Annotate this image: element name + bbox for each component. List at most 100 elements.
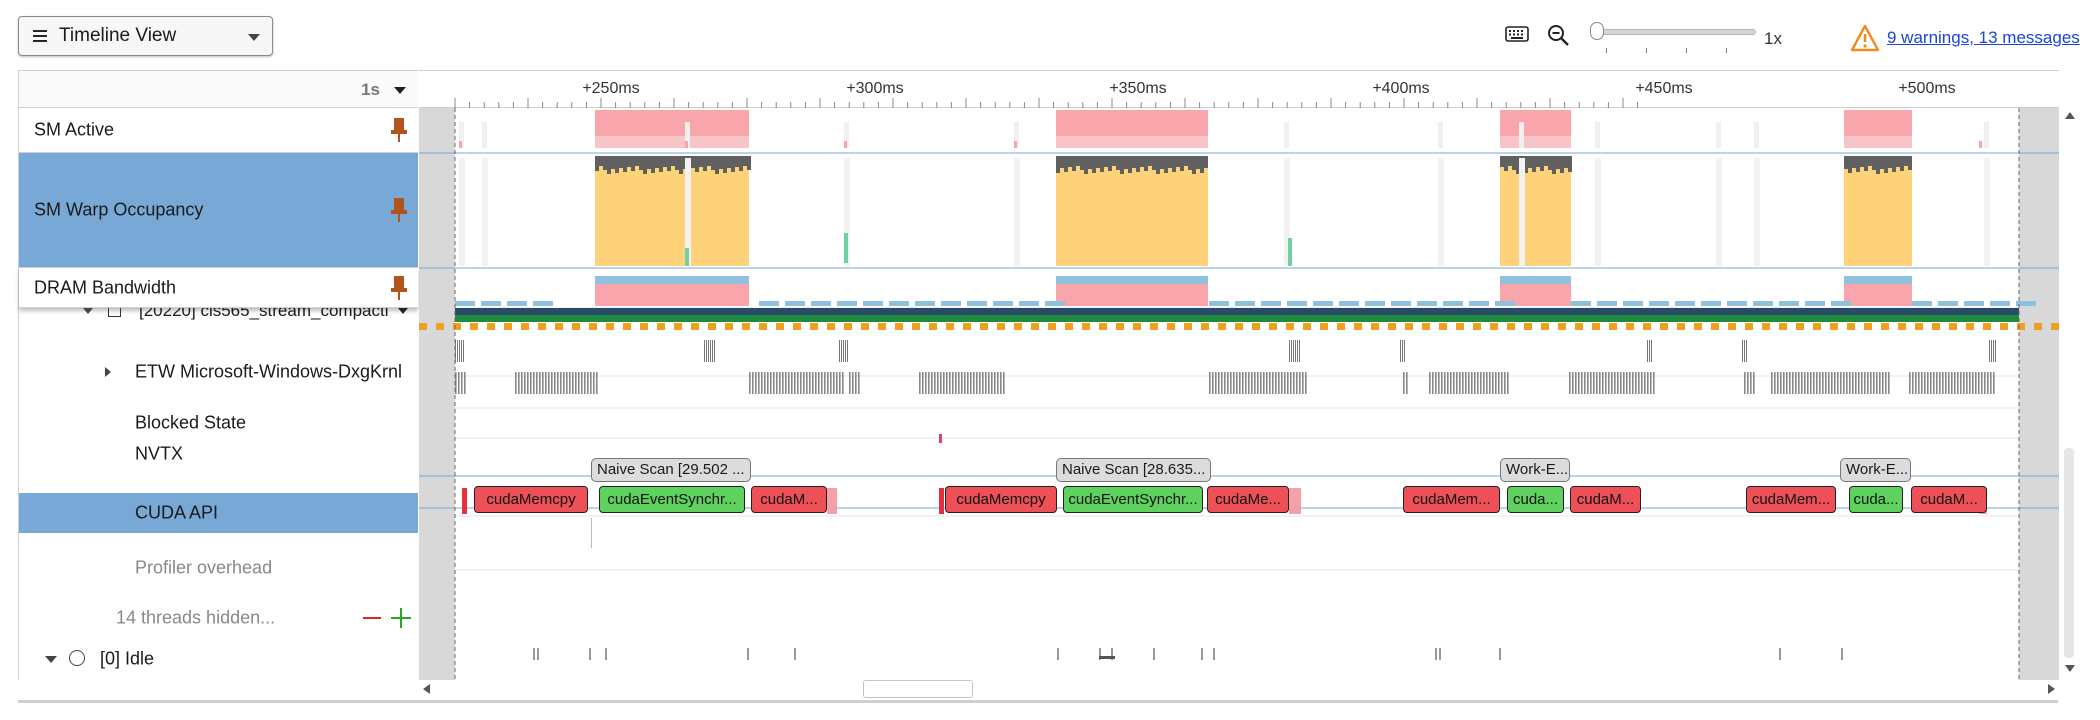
etw-event	[530, 372, 532, 394]
cuda-api-call[interactable]: cudaMemcpy	[474, 486, 588, 513]
warp-occupancy-top	[631, 156, 635, 171]
horizontal-scroll-thumb[interactable]	[863, 680, 973, 698]
warp-occupancy-top	[1896, 156, 1900, 167]
scroll-right-icon[interactable]	[2048, 684, 2055, 694]
dram-bar	[863, 301, 883, 306]
row-idle[interactable]: [0] Idle	[19, 642, 418, 676]
row-cuda-api[interactable]: CUDA API	[19, 493, 418, 533]
cuda-api-sliver	[939, 488, 944, 514]
timeline-tracks[interactable]: Naive Scan [29.502 ... Naive Scan [28.63…	[419, 108, 2059, 680]
etw-event	[994, 372, 996, 394]
scroll-up-icon[interactable]	[2065, 112, 2075, 119]
etw-event	[1975, 372, 1977, 394]
horizontal-scrollbar[interactable]	[419, 680, 2059, 698]
etw-event	[797, 372, 799, 394]
dram-bar	[941, 301, 961, 306]
zoom-slider-track[interactable]	[1590, 29, 1756, 35]
cuda-api-call[interactable]: cudaMem...	[1746, 486, 1836, 513]
row-profiler-overhead[interactable]: Profiler overhead	[19, 540, 418, 596]
etw-event	[1978, 372, 1980, 394]
etw-event	[770, 372, 772, 394]
zoom-slider[interactable]	[1590, 22, 1756, 56]
profiler-overhead-mark	[591, 518, 592, 548]
cuda-api-call[interactable]: cudaMem...	[1403, 486, 1500, 513]
zoom-slider-thumb[interactable]	[1590, 22, 1604, 40]
stream-kernel	[1167, 323, 1175, 330]
row-sm-warp-occupancy[interactable]: SM Warp Occupancy	[19, 153, 418, 268]
cuda-api-call[interactable]: cudaMemcpy	[945, 486, 1057, 513]
etw-event	[1993, 372, 1995, 394]
row-etw-dxgkrnl[interactable]: ETW Microsoft-Windows-DxgKrnl	[19, 338, 418, 406]
nvtx-range[interactable]: Naive Scan [29.502 ...	[591, 458, 751, 482]
warp-occupancy-top	[663, 156, 667, 167]
stream-kernel	[674, 323, 682, 330]
stream-kernel	[1082, 323, 1090, 330]
row-nvtx[interactable]: NVTX	[19, 438, 418, 470]
collapse-icon[interactable]	[45, 656, 57, 663]
vertical-scrollbar[interactable]	[2062, 108, 2078, 680]
time-scale-label: 1s	[361, 80, 380, 99]
etw-event	[839, 372, 841, 394]
pin-icon[interactable]	[390, 197, 408, 223]
etw-event	[1873, 372, 1875, 394]
etw-event	[1406, 372, 1408, 394]
timeline-pane[interactable]: +250ms +300ms +350ms +400ms +450ms +500m…	[419, 70, 2059, 680]
stream-kernel	[1031, 323, 1039, 330]
dram-bar	[1727, 301, 1747, 306]
warp-occupancy-top	[675, 156, 679, 170]
chevron-down-icon[interactable]	[398, 308, 408, 314]
stream-kernel	[1133, 323, 1141, 330]
warp-occupancy-top	[1868, 156, 1872, 166]
row-header-panel: 1s SM Active SM Warp Occupancy DRAM Band…	[18, 70, 418, 680]
etw-event	[991, 372, 993, 394]
warp-occupancy-top	[1092, 156, 1096, 173]
time-ruler[interactable]: +250ms +300ms +350ms +400ms +450ms +500m…	[419, 70, 2059, 108]
stream-kernel	[1898, 323, 1906, 330]
cuda-api-call[interactable]: cudaM...	[1911, 486, 1987, 513]
scroll-left-icon[interactable]	[423, 684, 430, 694]
nvtx-range[interactable]: Work-E...	[1840, 458, 1911, 482]
row-dram-bandwidth[interactable]: DRAM Bandwidth	[19, 268, 418, 308]
cuda-api-call[interactable]: cuda...	[1507, 486, 1564, 513]
etw-event	[1742, 340, 1743, 362]
vertical-scroll-thumb[interactable]	[2064, 448, 2074, 658]
pin-icon[interactable]	[390, 275, 408, 301]
checkbox[interactable]	[108, 308, 121, 317]
chevron-down-icon[interactable]	[394, 87, 406, 94]
stream-kernel	[1099, 323, 1107, 330]
show-threads-button[interactable]	[391, 608, 411, 628]
pin-icon[interactable]	[390, 117, 408, 143]
warp-occupancy-top	[1844, 156, 1848, 169]
scroll-down-icon[interactable]	[2065, 665, 2075, 672]
row-process-stream[interactable]: [20220] cis565_stream_compacti	[19, 308, 418, 320]
stream-kernel	[929, 323, 937, 330]
stream-kernel	[1014, 323, 1022, 330]
row-blocked-state[interactable]: Blocked State	[19, 408, 418, 438]
etw-event	[852, 372, 854, 394]
etw-event	[457, 340, 458, 362]
hidden-thread-mark	[1435, 648, 1437, 660]
cuda-api-call[interactable]: cudaMe...	[1207, 486, 1289, 513]
cuda-api-call[interactable]: cudaM...	[1570, 486, 1641, 513]
etw-event	[1459, 372, 1461, 394]
stream-kernel	[1303, 323, 1311, 330]
view-select-dropdown[interactable]: Timeline View	[18, 16, 273, 56]
etw-event	[461, 372, 463, 394]
warp-occupancy-top	[1568, 156, 1572, 172]
etw-event	[1957, 372, 1959, 394]
row-sm-active[interactable]: SM Active	[19, 108, 418, 153]
keyboard-icon[interactable]	[1505, 26, 1529, 42]
expand-icon[interactable]	[105, 367, 111, 377]
cuda-api-call[interactable]: cudaEventSynchr...	[599, 486, 745, 513]
hide-threads-button[interactable]	[363, 617, 381, 619]
warp-occupancy-top	[1152, 156, 1156, 170]
warnings-link[interactable]: 9 warnings, 13 messages	[1887, 28, 2080, 48]
collapse-icon[interactable]	[83, 308, 93, 314]
cuda-api-call[interactable]: cuda...	[1849, 486, 1903, 513]
nvtx-range[interactable]: Work-E...	[1500, 458, 1570, 482]
zoom-out-icon[interactable]	[1546, 23, 1570, 47]
etw-event	[1296, 372, 1298, 394]
cuda-api-call[interactable]: cudaM...	[751, 486, 827, 513]
cuda-api-call[interactable]: cudaEventSynchr...	[1063, 486, 1203, 513]
nvtx-range[interactable]: Naive Scan [28.635...	[1056, 458, 1211, 482]
